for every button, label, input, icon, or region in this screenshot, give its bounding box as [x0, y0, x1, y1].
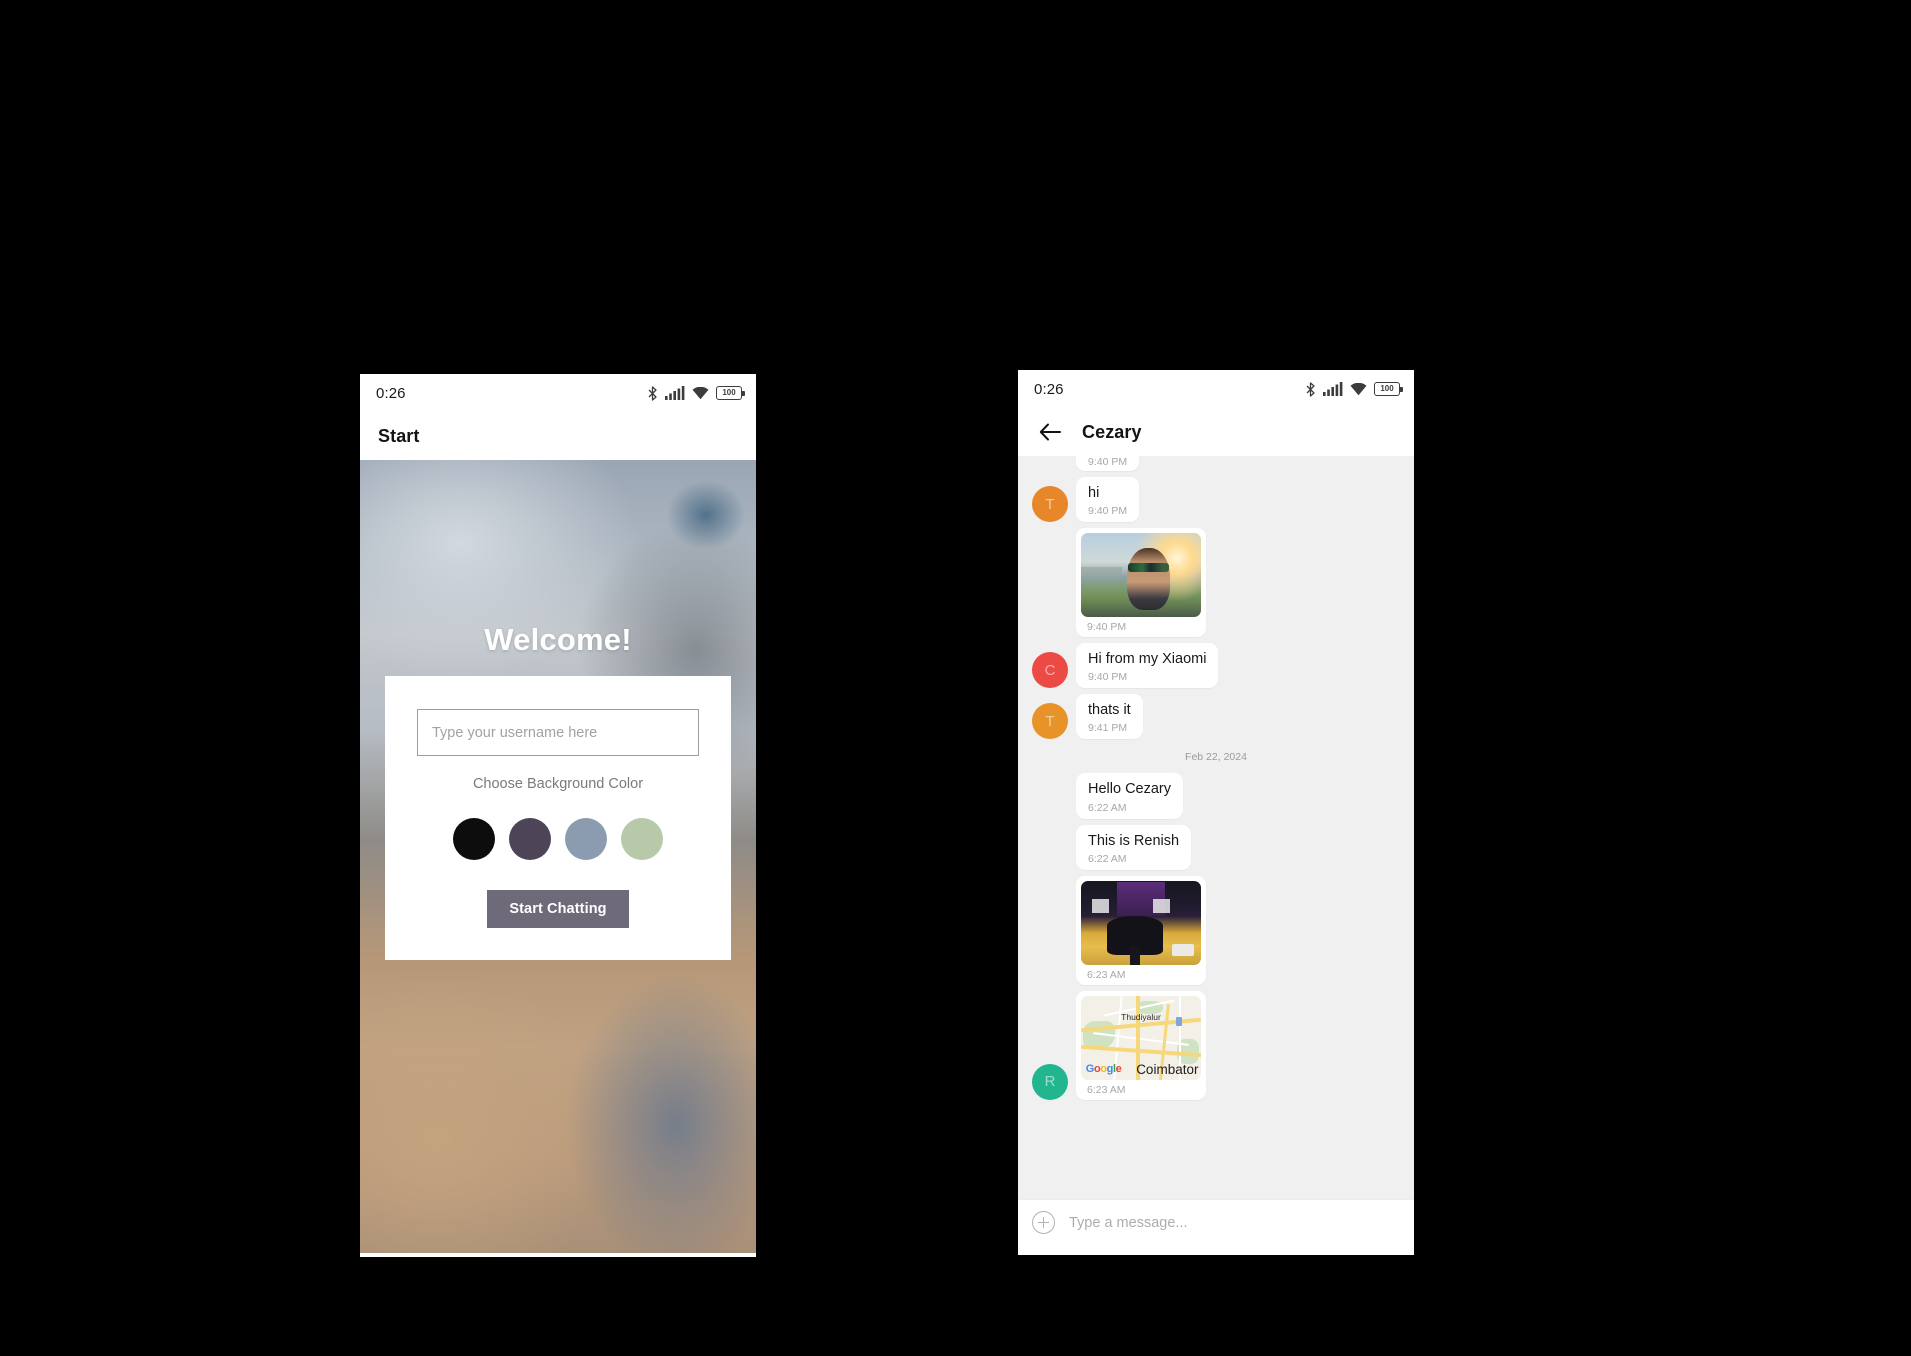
message-text: hi [1088, 485, 1100, 501]
photo-window-left [1091, 899, 1109, 913]
cellular-signal-icon [665, 386, 685, 400]
status-bar-icons: 100 [1305, 381, 1403, 397]
photo-content [1081, 880, 1201, 965]
status-bar: 0:26 100 [360, 374, 756, 412]
message-row[interactable]: This is Renish 6:22 AM [1018, 824, 1414, 870]
start-app-bar: Start [360, 412, 756, 460]
message-bubble-photo[interactable]: 6:23 AM [1076, 875, 1206, 985]
plus-circle-icon[interactable] [1032, 1211, 1055, 1234]
page-title: Start [378, 425, 420, 446]
battery-level-label: 100 [722, 388, 736, 397]
map-content: Thudiyalur Google Coimbator [1081, 995, 1201, 1080]
chat-contact-name: Cezary [1082, 421, 1142, 442]
background-blur-region-bottom-right [566, 973, 756, 1253]
bluetooth-icon [1305, 381, 1316, 397]
battery-level-label: 100 [1380, 384, 1394, 393]
avatar[interactable]: T [1032, 703, 1068, 740]
message-input[interactable] [1069, 1214, 1400, 1231]
avatar[interactable]: C [1032, 652, 1068, 689]
message-timestamp: 9:40 PM [1088, 671, 1128, 684]
avatar-slot: T [1032, 703, 1076, 740]
chat-app-bar: Cezary [1018, 408, 1414, 456]
bluetooth-icon [647, 385, 658, 401]
status-bar-icons: 100 [647, 385, 745, 401]
battery-icon: 100 [716, 386, 745, 400]
message-timestamp: 6:23 AM [1087, 968, 1126, 981]
cellular-signal-icon [1323, 382, 1343, 396]
message-timestamp: 9:40 PM [1087, 621, 1127, 634]
android-nav-bar-left [360, 1253, 756, 1257]
avatar[interactable]: R [1032, 1063, 1068, 1100]
message-bubble[interactable]: Hi from my Xiaomi 9:40 PM [1076, 643, 1219, 689]
color-swatch-black[interactable] [453, 818, 495, 860]
status-bar-time: 0:26 [376, 384, 406, 402]
avatar[interactable]: T [1032, 486, 1068, 523]
choose-background-color-label: Choose Background Color [472, 776, 644, 792]
date-divider: Feb 22, 2024 [1185, 751, 1247, 764]
message-row[interactable]: C Hi from my Xiaomi 9:40 PM [1018, 643, 1414, 689]
message-bubble-map[interactable]: Thudiyalur Google Coimbator 6:23 AM [1076, 990, 1206, 1100]
message-bubble[interactable]: Hello Cezary 6:22 AM [1076, 773, 1183, 819]
message-text: Hi from my Xiaomi [1088, 651, 1207, 668]
avatar-slot: R [1032, 1063, 1076, 1100]
color-swatch-row [453, 818, 663, 860]
photo-object-stem [1130, 946, 1140, 965]
message-timestamp: 6:22 AM [1088, 801, 1127, 814]
start-chatting-button[interactable]: Start Chatting [487, 890, 629, 928]
photo-content [1081, 533, 1201, 618]
message-row[interactable]: T thats it 9:41 PM [1018, 694, 1414, 740]
message-row[interactable]: R Thudiyalur Google Coimbator 6:23 AM [1018, 990, 1414, 1100]
wifi-icon [692, 386, 709, 400]
back-arrow-icon[interactable] [1036, 418, 1064, 446]
photo-sunglasses [1127, 563, 1169, 572]
message-row[interactable]: 6:23 AM [1018, 875, 1414, 985]
photo-person [1126, 548, 1170, 611]
message-row[interactable]: 9:40 PM [1018, 528, 1414, 638]
dark-object-room-photo[interactable] [1081, 880, 1201, 965]
message-text: This is Renish [1088, 832, 1180, 849]
google-logo-watermark: Google [1085, 1063, 1122, 1076]
wifi-icon [1350, 382, 1367, 396]
message-bubble[interactable]: thats it 9:41 PM [1076, 694, 1143, 740]
message-timestamp: 9:41 PM [1088, 722, 1128, 735]
avatar-slot: C [1032, 652, 1076, 689]
google-map-location[interactable]: Thudiyalur Google Coimbator [1081, 995, 1201, 1080]
photo-white-box [1172, 944, 1194, 957]
map-town-label: Thudiyalur [1121, 1012, 1161, 1023]
screenshot-stage: 0:26 100 Start Welcome! Type your userna… [0, 0, 1911, 1356]
message-row[interactable]: Hello Cezary 6:22 AM [1018, 773, 1414, 819]
avatar-slot: T [1032, 486, 1076, 523]
message-text: thats it [1088, 702, 1131, 719]
message-bubble[interactable]: This is Renish 6:22 AM [1076, 824, 1192, 870]
message-bubble-clipped[interactable]: 9:40 PM [1076, 456, 1140, 471]
username-input[interactable] [417, 709, 699, 756]
battery-icon: 100 [1374, 382, 1403, 396]
message-bubble[interactable]: hi 9:40 PM [1076, 477, 1140, 523]
color-swatch-blue-gray[interactable] [565, 818, 607, 860]
message-bubble-photo[interactable]: 9:40 PM [1076, 528, 1206, 638]
message-timestamp: 9:40 PM [1088, 456, 1128, 468]
status-bar-time: 0:26 [1034, 380, 1064, 398]
phone-right-chat-screen: 0:26 100 Cezary 9:40 PM T hi 9:40 PM 9:4… [1018, 370, 1414, 1255]
color-swatch-dark-purple[interactable] [509, 818, 551, 860]
chat-message-list[interactable]: 9:40 PM T hi 9:40 PM 9:40 PM C Hi from m… [1018, 456, 1414, 1199]
message-timestamp: 6:23 AM [1087, 1083, 1126, 1096]
map-city-label: Coimbator [1136, 1062, 1199, 1078]
message-timestamp: 9:40 PM [1088, 505, 1128, 518]
photo-shore [1081, 566, 1122, 576]
message-composer [1018, 1199, 1414, 1245]
message-row[interactable]: 9:40 PM [1018, 456, 1414, 471]
selfie-sunset-photo[interactable] [1081, 533, 1201, 618]
status-bar: 0:26 100 [1018, 370, 1414, 408]
photo-window-right [1153, 899, 1170, 913]
start-card: Choose Background Color Start Chatting [385, 676, 731, 960]
android-nav-bar-right [1018, 1245, 1414, 1255]
welcome-heading: Welcome! [484, 622, 632, 657]
start-screen-body: Welcome! Choose Background Color Start C… [360, 460, 756, 1253]
message-timestamp: 6:22 AM [1088, 852, 1127, 865]
color-swatch-sage-green[interactable] [621, 818, 663, 860]
message-row[interactable]: T hi 9:40 PM [1018, 477, 1414, 523]
message-text: Hello Cezary [1088, 781, 1171, 798]
phone-left-start-screen: 0:26 100 Start Welcome! Type your userna… [360, 374, 756, 1257]
